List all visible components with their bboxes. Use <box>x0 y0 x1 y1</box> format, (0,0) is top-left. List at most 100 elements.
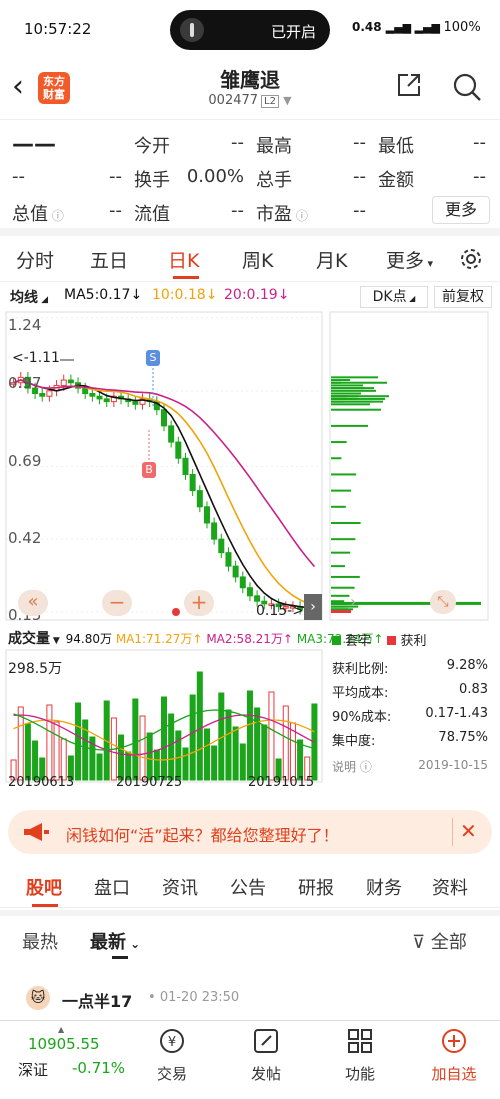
search-icon[interactable] <box>452 72 482 102</box>
tab-announcements[interactable]: 公告 <box>230 874 266 900</box>
stock-code-line[interactable]: 002477 L2 ▼ <box>0 93 500 108</box>
tab-finance[interactable]: 财务 <box>366 874 402 900</box>
scroll-left-button[interactable]: « <box>18 590 48 616</box>
buy-marker[interactable]: B <box>142 462 156 478</box>
filter-button[interactable]: ⊽ 全部 <box>412 928 467 954</box>
settings-gear-icon[interactable] <box>458 246 484 272</box>
expand-icon[interactable]: ⤡ <box>430 590 456 614</box>
trapped-label: 套牢 <box>345 634 372 649</box>
volume-bar <box>225 709 232 781</box>
tab-weekly-k[interactable]: 周K <box>242 246 273 273</box>
ma10-text: 10:0.18 <box>152 287 206 303</box>
chip-stat-row: 集中度: 78.75% <box>332 730 488 749</box>
zoom-in-button[interactable]: + <box>184 590 214 616</box>
zoom-out-button[interactable]: − <box>102 590 132 616</box>
sort-hot[interactable]: 最热 <box>22 928 58 954</box>
stat-value: 9.28% <box>446 658 488 673</box>
forum-sort-tabs: 最热 最新 ⌄ ⊽ 全部 <box>0 922 500 962</box>
pill-text: 已开启 <box>270 23 316 41</box>
tab-more-label: 更多 <box>386 250 425 272</box>
volume-bar <box>282 705 289 781</box>
tab-forum[interactable]: 股吧 <box>26 874 62 900</box>
explain-label: 说明 <box>332 760 357 774</box>
chip-distribution <box>331 376 481 613</box>
vol-ma1: MA1:71.27万 <box>115 632 193 646</box>
post-item[interactable]: 🐱 一点半17 • 01-20 23:50 <box>0 982 500 1018</box>
candle-body <box>218 538 225 554</box>
screen-record-pill[interactable]: 已开启 <box>170 10 330 50</box>
more-quote-button[interactable]: 更多 <box>432 196 490 224</box>
collapse-chip-button[interactable]: › <box>304 594 322 620</box>
tab-daily-k[interactable]: 日K <box>168 246 199 273</box>
market-cap-label[interactable]: 总值 ⓘ <box>12 200 64 226</box>
tab-five-day[interactable]: 五日 <box>90 246 128 273</box>
share-icon[interactable] <box>396 72 422 98</box>
post-time: • 01-20 23:50 <box>148 990 240 1005</box>
avatar[interactable]: 🐱 <box>26 986 50 1010</box>
volume-label[interactable]: 成交量 <box>8 631 50 647</box>
chip-bar <box>331 400 344 403</box>
section-divider <box>0 228 500 236</box>
trade-button[interactable]: ¥ 交易 <box>132 1027 212 1084</box>
stat-label: 集中度: <box>332 734 376 749</box>
chip-bar <box>331 594 350 597</box>
post-button[interactable]: 发帖 <box>226 1027 306 1084</box>
price-tick-2: 0.69 <box>8 452 42 470</box>
trapped-swatch <box>332 636 341 645</box>
ma-selector[interactable]: 均线 ◢ <box>10 287 48 307</box>
stat-value: 0.83 <box>459 682 488 697</box>
arrow-down-icon: ↓ <box>277 287 290 303</box>
candle-body <box>232 565 239 578</box>
caret-down-icon: ▼ <box>50 636 60 646</box>
chevron-down-icon: ▼ <box>283 94 292 107</box>
pe-label[interactable]: 市盈 ⓘ <box>256 200 308 226</box>
tab-news[interactable]: 资讯 <box>162 874 198 900</box>
chip-prev-icon[interactable]: › <box>350 592 356 611</box>
add-watchlist-button[interactable]: 加自选 <box>414 1027 494 1084</box>
volume-bar <box>261 724 268 781</box>
sort-latest[interactable]: 最新 ⌄ <box>90 928 140 954</box>
tab-research[interactable]: 研报 <box>298 874 334 900</box>
market-cap-text: 总值 <box>12 204 48 225</box>
tab-intraday[interactable]: 分时 <box>16 246 54 273</box>
candle-body <box>182 457 189 475</box>
chip-bar <box>331 551 351 554</box>
info-icon: ⓘ <box>292 209 308 223</box>
adjust-button[interactable]: 前复权 <box>434 286 492 308</box>
tab-profile[interactable]: 资料 <box>432 874 468 900</box>
stat-label: 平均成本: <box>332 686 389 701</box>
volume-bar <box>132 698 139 781</box>
candle-body <box>46 390 53 397</box>
post-user[interactable]: 一点半17 <box>62 988 132 1012</box>
open-label: 今开 <box>134 136 170 157</box>
volume-bar <box>175 730 182 781</box>
chip-bar <box>331 387 374 390</box>
functions-label: 功能 <box>344 1065 375 1083</box>
candle-body <box>103 398 110 403</box>
index-value[interactable]: 10905.55 <box>28 1035 100 1053</box>
volume-bar <box>160 696 168 781</box>
close-icon[interactable]: ✕ <box>460 819 477 843</box>
volume-bar <box>246 690 253 781</box>
volume-max-label: 298.5万 <box>8 661 63 677</box>
chip-bar <box>331 389 376 392</box>
ma20-value: 20:0.19↓ <box>224 287 289 303</box>
candle-body <box>225 552 232 567</box>
arrow-up-icon: ↑ <box>192 632 203 646</box>
stock-code: 002477 <box>208 93 259 108</box>
chip-bar <box>331 441 347 444</box>
low-value: -- <box>473 132 486 153</box>
stat-label: 90%成本: <box>332 710 392 725</box>
status-time: 10:57:22 <box>24 20 92 38</box>
tab-monthly-k[interactable]: 月K <box>316 246 347 273</box>
chip-bar-profit <box>331 610 351 613</box>
dk-point-button[interactable]: DK点 ◢ <box>360 286 428 308</box>
sell-marker[interactable]: S <box>146 350 160 366</box>
functions-button[interactable]: 功能 <box>320 1027 400 1084</box>
kline-chart[interactable] <box>0 310 500 800</box>
chip-footer[interactable]: 说明 ⓘ 2019-10-15 <box>332 758 488 775</box>
tab-order-book[interactable]: 盘口 <box>94 874 130 900</box>
promo-banner[interactable]: 闲钱如何“活”起来？都给您整理好了！ ✕ <box>8 810 492 854</box>
chart-toolbar: 均线 ◢ MA5:0.17↓ 10:0.18↓ 20:0.19↓ DK点 ◢ 前… <box>0 284 500 310</box>
tab-more[interactable]: 更多 ▾ <box>386 246 433 273</box>
